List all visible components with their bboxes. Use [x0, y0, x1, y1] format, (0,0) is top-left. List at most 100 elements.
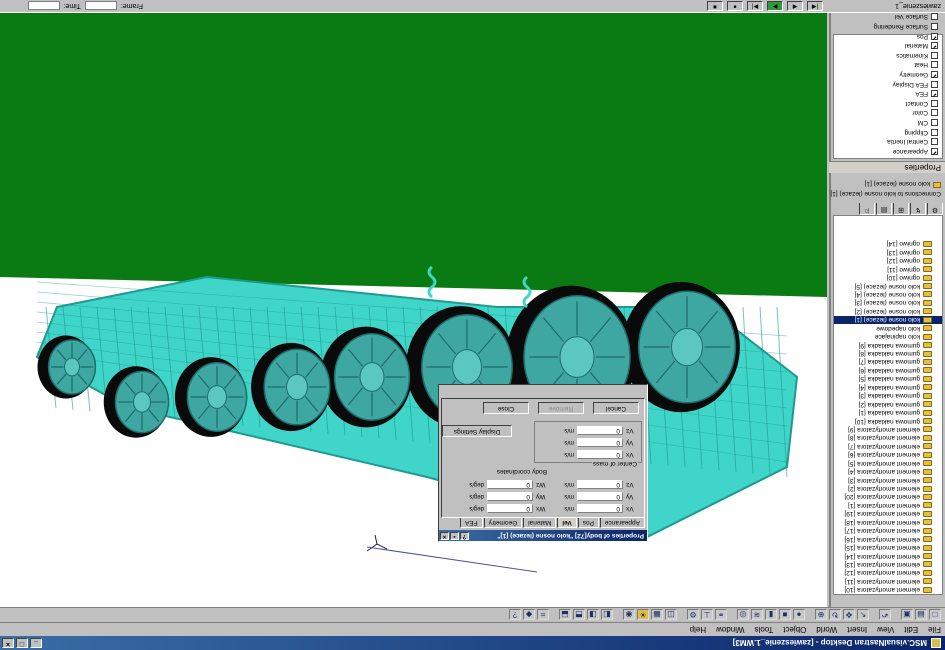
- property-item[interactable]: Color: [834, 108, 942, 118]
- tree-item[interactable]: element amortyzatora [13]: [834, 560, 942, 568]
- wz-input[interactable]: 0: [487, 480, 533, 489]
- property-checkbox[interactable]: [931, 13, 938, 21]
- property-checkbox[interactable]: ✔: [931, 32, 938, 40]
- tree-item[interactable]: element amortyzatora [1]: [834, 501, 942, 509]
- dialog-tab-material[interactable]: Material: [523, 518, 557, 528]
- property-checkbox[interactable]: [931, 22, 938, 30]
- move-icon[interactable]: ✥: [843, 609, 855, 621]
- tree-item[interactable]: gumowa nakladka [10]: [834, 417, 942, 425]
- close-button[interactable]: ×: [2, 638, 14, 648]
- menu-help[interactable]: Help: [690, 625, 706, 634]
- tree-item[interactable]: gumowa nakladka [9]: [834, 341, 942, 349]
- display-settings-button[interactable]: Display Settings: [442, 425, 512, 437]
- tree-item[interactable]: element amortyzatora [15]: [834, 543, 942, 551]
- new-icon[interactable]: □: [929, 609, 941, 621]
- property-checkbox[interactable]: ✔: [931, 42, 938, 50]
- camera-icon[interactable]: ◉: [623, 609, 635, 621]
- dialog-tab-fea[interactable]: FEA: [460, 518, 483, 528]
- property-checkbox[interactable]: [931, 118, 938, 126]
- property-item[interactable]: ✔ Appearance: [834, 146, 942, 156]
- property-item[interactable]: Clipping: [834, 127, 942, 137]
- dialog-tab-pos[interactable]: Pos: [577, 518, 599, 528]
- step-back-icon[interactable]: ◀: [787, 1, 803, 11]
- light-icon[interactable]: ☀: [637, 609, 649, 621]
- maximize-button[interactable]: □: [16, 638, 28, 648]
- tree-item[interactable]: gumowa nakladka [6]: [834, 366, 942, 374]
- menu-tools[interactable]: Tools: [755, 625, 774, 634]
- link-icon[interactable]: ⚭: [715, 609, 727, 621]
- property-item[interactable]: Contact: [834, 98, 942, 108]
- tree-item[interactable]: kolo nosne (lezace) [1]: [834, 315, 942, 324]
- tree-item[interactable]: kolo nosne (lezace) [2]: [834, 307, 942, 315]
- vx-input[interactable]: 0: [577, 504, 623, 513]
- menu-world[interactable]: World: [816, 625, 837, 634]
- tree-item[interactable]: gumowa nakladka [3]: [834, 392, 942, 400]
- view-side-icon[interactable]: ◨: [587, 609, 599, 621]
- menu-view[interactable]: View: [877, 625, 894, 634]
- properties-list[interactable]: ✔ Appearance Central Inertia Clipping CM Colo…: [833, 3, 943, 159]
- property-checkbox[interactable]: ✔: [931, 70, 938, 78]
- property-item[interactable]: CM: [834, 118, 942, 128]
- property-checkbox[interactable]: ✔: [931, 90, 938, 98]
- cm-vy-input[interactable]: 0: [577, 438, 623, 447]
- property-item[interactable]: ✔ Pos: [834, 31, 942, 41]
- view-front-icon[interactable]: ◧: [601, 609, 613, 621]
- object-tree[interactable]: element amortyzatora [10] element amortyz…: [833, 215, 943, 595]
- property-checkbox[interactable]: [931, 51, 938, 59]
- zoom-icon[interactable]: ⊕: [815, 609, 827, 621]
- record-icon[interactable]: ●: [727, 1, 743, 11]
- remove-button[interactable]: Remove: [538, 402, 584, 414]
- tree-item[interactable]: gumowa nakladka [2]: [834, 400, 942, 408]
- time-input[interactable]: [27, 1, 60, 11]
- tree-item[interactable]: element amortyzatora [16]: [834, 535, 942, 543]
- property-checkbox[interactable]: [931, 80, 938, 88]
- select-icon[interactable]: ↖: [857, 609, 869, 621]
- vz-input[interactable]: 0: [577, 480, 623, 489]
- vy-input[interactable]: 0: [577, 492, 623, 501]
- tab-props-icon[interactable]: ⚐: [859, 203, 875, 215]
- reset-icon[interactable]: |◀: [807, 1, 823, 11]
- tree-item[interactable]: kolo nosne (lezace) [3]: [834, 299, 942, 307]
- dialog-tab-appearance[interactable]: Appearance: [599, 518, 645, 528]
- tree-item[interactable]: gumowa nakladka [7]: [834, 358, 942, 366]
- minimize-button[interactable]: _: [30, 638, 42, 648]
- menu-window[interactable]: Window: [716, 625, 744, 634]
- property-item[interactable]: Surface Rendering: [834, 22, 942, 32]
- tree-item[interactable]: kolo nosne (lezace) [5]: [834, 282, 942, 290]
- tree-item[interactable]: ogniwo [12]: [834, 257, 942, 265]
- view-iso-icon[interactable]: ⬓: [559, 609, 571, 621]
- scene-canvas[interactable]: [0, 13, 827, 607]
- tree-item[interactable]: element amortyzatora [6]: [834, 451, 942, 459]
- tree-item[interactable]: ogniwo [11]: [834, 265, 942, 273]
- tree-item[interactable]: kolo nosne (lezace) [4]: [834, 290, 942, 298]
- motor-icon[interactable]: ⚙: [687, 609, 699, 621]
- play-icon[interactable]: ▶: [767, 1, 783, 11]
- dialog-close-button[interactable]: ×: [440, 532, 449, 540]
- wy-input[interactable]: 0: [487, 492, 533, 501]
- property-item[interactable]: Surface Vel: [834, 12, 942, 22]
- constraint-icon[interactable]: ⊥: [701, 609, 713, 621]
- menu-insert[interactable]: Insert: [847, 625, 867, 634]
- cancel-button[interactable]: Cancel: [593, 402, 639, 414]
- meter-icon[interactable]: ◫: [665, 609, 677, 621]
- tree-item[interactable]: element amortyzatora [7]: [834, 442, 942, 450]
- step-icon[interactable]: ▶|: [747, 1, 763, 11]
- box-icon[interactable]: ■: [779, 609, 791, 621]
- property-item[interactable]: ✔ FEA: [834, 89, 942, 99]
- help-icon[interactable]: ?: [509, 609, 521, 621]
- tree-item[interactable]: element amortyzatora [17]: [834, 527, 942, 535]
- tree-item[interactable]: element amortyzatora [8]: [834, 434, 942, 442]
- property-checkbox[interactable]: [931, 138, 938, 146]
- close-dialog-button[interactable]: Close: [483, 402, 529, 414]
- property-item[interactable]: Heat: [834, 60, 942, 70]
- tree-item[interactable]: element amortyzatora [12]: [834, 569, 942, 577]
- connection-item[interactable]: kolo nosne (lezace) [1]: [829, 180, 941, 188]
- tree-item[interactable]: element amortyzatora [2]: [834, 484, 942, 492]
- property-item[interactable]: ✔ Geometry: [834, 70, 942, 80]
- menu-file[interactable]: File: [928, 625, 941, 634]
- menu-object[interactable]: Object: [783, 625, 806, 634]
- tree-item[interactable]: element amortyzatora [5]: [834, 459, 942, 467]
- tree-item[interactable]: ogniwo [14]: [834, 240, 942, 248]
- wireframe-icon[interactable]: ⌗: [537, 609, 549, 621]
- tree-item[interactable]: ogniwo [13]: [834, 248, 942, 256]
